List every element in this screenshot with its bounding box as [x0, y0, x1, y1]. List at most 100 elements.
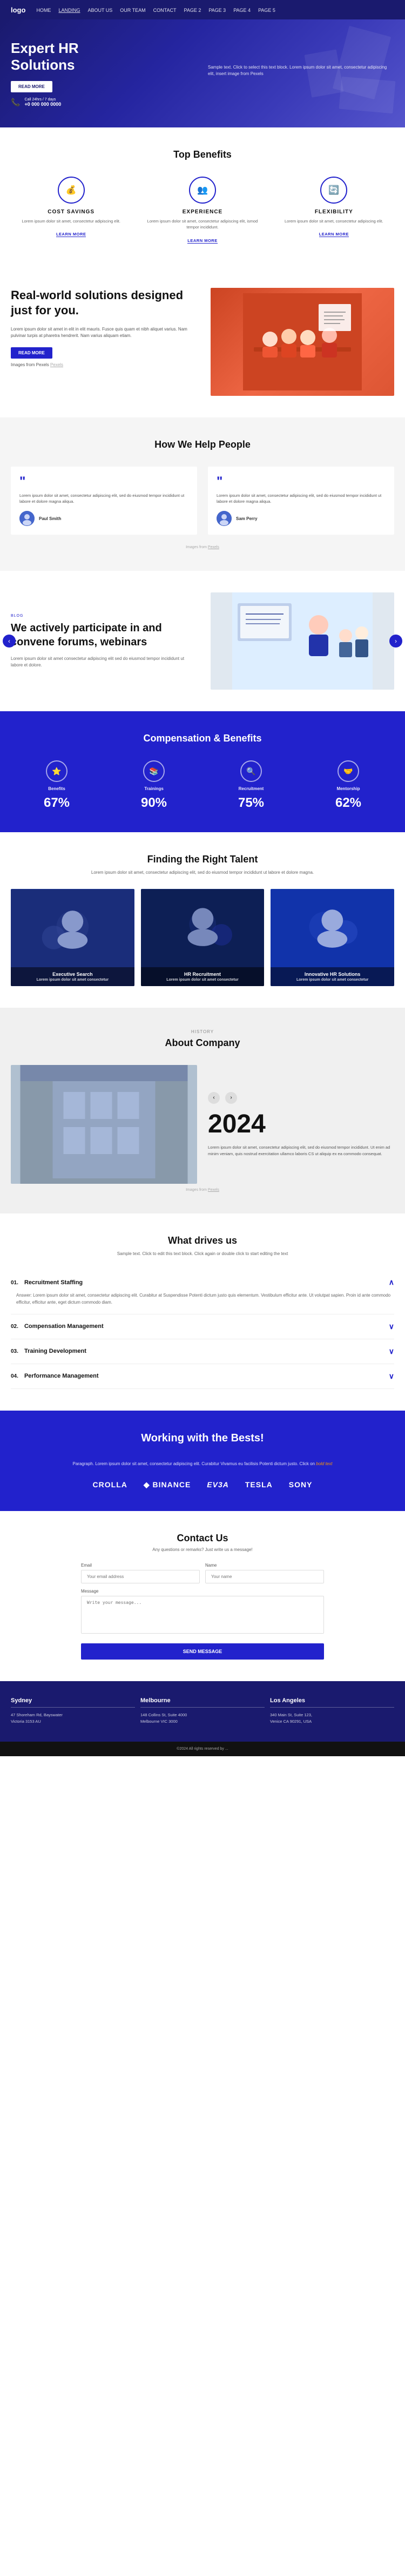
faq-toggle-3: ∨ [389, 1347, 394, 1356]
faq-title-3: 03. Training Development [11, 1348, 86, 1354]
drives-intro: Sample text. Click to edit this text blo… [68, 1251, 338, 1257]
comp-item-mentorship: 🤝 Mentorship 62% [302, 760, 394, 811]
comp-benefits-label: Benefits [11, 786, 103, 791]
author-2-avatar [217, 511, 232, 526]
coins-icon: 💰 [58, 177, 85, 204]
faq-header-4[interactable]: 04. Performance Management ∨ [11, 1372, 394, 1381]
partner-ev3a: EV3A [207, 1480, 229, 1489]
real-world-title: Real-world solutions designed just for y… [11, 288, 194, 319]
message-input[interactable] [81, 1596, 324, 1634]
comp-benefits-percent: 67% [11, 795, 103, 811]
comp-recruitment-label: Recruitment [205, 786, 297, 791]
faq-item-4: 04. Performance Management ∨ [11, 1364, 394, 1389]
webinar-prev-button[interactable]: ‹ [3, 635, 16, 648]
webinars-title: We actively participate in and convene f… [11, 621, 194, 649]
email-input[interactable] [81, 1570, 200, 1583]
testimonial-1-text: Lorem ipsum dolor sit amet, consectetur … [19, 493, 188, 505]
faq-header-3[interactable]: 03. Training Development ∨ [11, 1347, 394, 1356]
benefit-flex-title: FLEXIBILITY [274, 209, 394, 215]
nav-page5[interactable]: PAGE 5 [258, 8, 275, 13]
benefit-exp-desc: Lorem ipsum dolor sit amet, consectetur … [142, 218, 262, 231]
talent-card-3-label: Innovative HR Solutions Lorem ipsum dolo… [271, 967, 394, 986]
hero-content: Expert HR Solutions READ MORE 📞 Call 24h… [11, 40, 197, 107]
testimonials-container: " Lorem ipsum dolor sit amet, consectetu… [11, 467, 394, 535]
faq-toggle-4: ∨ [389, 1372, 394, 1381]
nav-home[interactable]: HOME [36, 8, 51, 13]
talent-card-2-bg: HR Recruitment Lorem ipsum dolor sit ame… [141, 889, 265, 986]
recruitment-icon: 🔍 [240, 760, 262, 782]
benefit-cost-link[interactable]: LEARN MORE [56, 232, 86, 237]
faq-title-4: 04. Performance Management [11, 1373, 99, 1379]
partner-sony: SONY [289, 1480, 313, 1489]
about-label: HISTORY [11, 1029, 394, 1034]
real-world-read-more[interactable]: READ MORE [11, 347, 52, 359]
hero-body-text: Sample text. Click to select this text b… [208, 64, 394, 77]
partners-body: Paragraph. Lorem ipsum dolor sit amet, c… [68, 1461, 338, 1467]
nav-contact[interactable]: CONTACT [153, 8, 177, 13]
talent-card-2: HR Recruitment Lorem ipsum dolor sit ame… [141, 889, 265, 986]
about-body: Lorem ipsum dolor sit amet, consectetur … [208, 1144, 394, 1157]
about-building-illustration [11, 1065, 197, 1184]
send-message-button[interactable]: SEND MESSAGE [81, 1643, 324, 1660]
nav-page4[interactable]: PAGE 4 [233, 8, 251, 13]
about-title: About Company [11, 1037, 394, 1049]
talent-card-1-bg: Executive Search Lorem ipsum dolor sit a… [11, 889, 134, 986]
faq-answer-1: Answer: Lorem ipsum dolor sit amet, cons… [11, 1292, 394, 1306]
email-label: Email [81, 1563, 200, 1568]
benefit-cost-title: COST SAVINGS [11, 209, 131, 215]
form-row-1: Email Name [81, 1563, 324, 1583]
about-nav: ‹ › [208, 1092, 394, 1104]
comp-benefits-title: Compensation & Benefits [11, 733, 394, 744]
webinars-image [211, 592, 394, 690]
talent-card-1-label: Executive Search Lorem ipsum dolor sit a… [11, 967, 134, 986]
office-melbourne-address: 148 Collins St, Suite 4000 Melbourne VIC… [140, 1712, 265, 1726]
faq-title-1: 01. Recruitment Staffing [11, 1279, 83, 1286]
nav-page2[interactable]: PAGE 2 [184, 8, 201, 13]
how-help-section: How We Help People " Lorem ipsum dolor s… [0, 417, 405, 571]
about-section: HISTORY About Company ‹ › [0, 1008, 405, 1213]
faq-item-3: 03. Training Development ∨ [11, 1339, 394, 1364]
comp-item-trainings: 📚 Trainings 90% [108, 760, 200, 811]
benefit-flex-desc: Lorem ipsum dolor sit amet, consectetur … [274, 218, 394, 224]
nav-about[interactable]: ABOUT US [87, 8, 112, 13]
comp-recruitment-percent: 75% [205, 795, 297, 811]
how-help-credit: Images from Pexels [11, 545, 394, 549]
benefits-title: Top Benefits [11, 149, 394, 160]
contact-subtitle: Any questions or remarks? Just write us … [11, 1547, 394, 1552]
phone-icon: 📞 [11, 98, 20, 107]
benefit-flex-link[interactable]: LEARN MORE [319, 232, 349, 237]
faq-header-1[interactable]: 01. Recruitment Staffing ∧ [11, 1278, 394, 1287]
webinar-next-button[interactable]: › [389, 635, 402, 648]
offices-section: Sydney 47 Shoreham Rd, Bayswater Victori… [0, 1681, 405, 1742]
comp-trainings-percent: 90% [108, 795, 200, 811]
webinars-body: Lorem ipsum dolor sit amet consectetur a… [11, 656, 194, 669]
partner-crolla: CROLLA [93, 1480, 127, 1489]
contact-section: Contact Us Any questions or remarks? Jus… [0, 1511, 405, 1681]
about-next-button[interactable]: › [225, 1092, 237, 1104]
nav-team[interactable]: OUR TEAM [120, 8, 145, 13]
about-image [11, 1065, 197, 1184]
read-more-button[interactable]: READ MORE [11, 81, 52, 92]
about-img-credit: Images from Pexels [11, 1188, 394, 1192]
nav-page3[interactable]: PAGE 3 [208, 8, 226, 13]
about-prev-button[interactable]: ‹ [208, 1092, 220, 1104]
benefits-section: Top Benefits 💰 COST SAVINGS Lorem ipsum … [0, 127, 405, 266]
webinars-content: BLOG We actively participate in and conv… [11, 614, 194, 669]
faq-toggle-2: ∨ [389, 1322, 394, 1331]
faq-header-2[interactable]: 02. Compensation Management ∨ [11, 1322, 394, 1331]
partners-highlight: bold text [316, 1461, 332, 1466]
name-input[interactable] [205, 1570, 324, 1583]
nav-landing[interactable]: LANDING [58, 8, 80, 13]
benefit-exp-link[interactable]: LEARN MORE [187, 238, 217, 244]
nav-links: HOME LANDING ABOUT US OUR TEAM CONTACT P… [36, 5, 275, 15]
hero-call-info: 📞 Call 24hrs / 7 days +0 000 000 0000 [11, 98, 197, 107]
office-la-title: Los Angeles [270, 1697, 394, 1708]
office-la-address: 340 Main St, Suite 123, Venice CA 90291,… [270, 1712, 394, 1726]
benefit-flexibility: 🔄 FLEXIBILITY Lorem ipsum dolor sit amet… [274, 177, 394, 245]
faq-item-1: 01. Recruitment Staffing ∧ Answer: Lorem… [11, 1270, 394, 1314]
quote-mark-1: " [19, 475, 188, 488]
nav-logo[interactable]: logo [11, 6, 25, 14]
about-year: 2024 [208, 1109, 394, 1139]
about-content: ‹ › 2024 Lorem ipsum dolor sit amet, con… [11, 1065, 394, 1184]
real-world-section: Real-world solutions designed just for y… [0, 266, 405, 417]
